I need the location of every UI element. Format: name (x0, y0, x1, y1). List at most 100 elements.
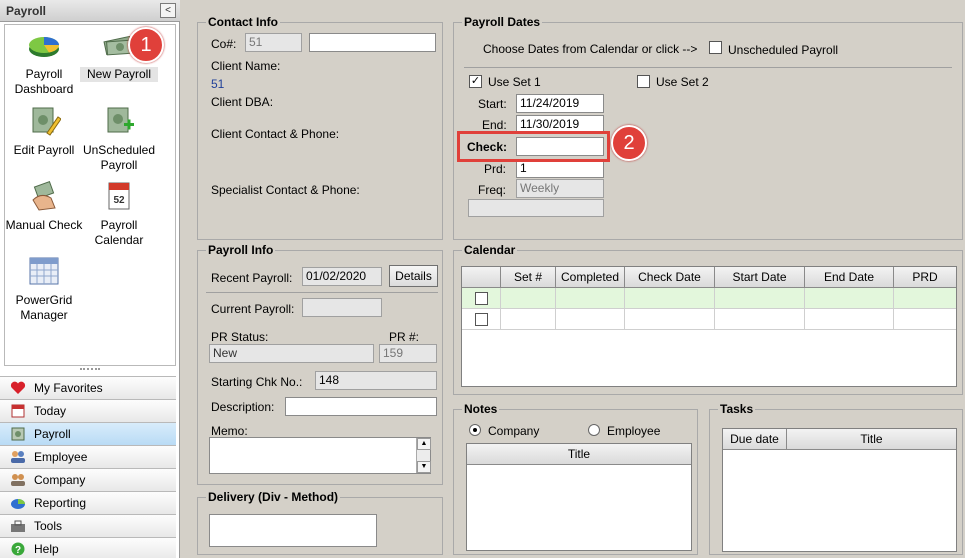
freq-label: Freq: (478, 183, 507, 197)
sidebar: Payroll < Payroll Dashboard New Payroll (0, 0, 180, 558)
nav-label: Help (34, 542, 59, 556)
freq-input[interactable]: Weekly (516, 179, 604, 198)
manual-check-shortcut[interactable]: Manual Check (5, 180, 83, 233)
sidebar-icon-label: Payroll Dashboard (14, 67, 74, 96)
start-date-input[interactable]: 11/24/2019 (516, 94, 604, 113)
row-select-checkbox[interactable] (475, 292, 488, 305)
notes-panel: Notes Company Employee Title (453, 402, 698, 555)
description-label: Description: (211, 400, 275, 414)
pr-number-label: PR #: (389, 330, 420, 344)
nav-company[interactable]: Company (0, 468, 176, 491)
contact-info-panel: Contact Info Co#: 51 Client Name: 51 Cli… (197, 15, 443, 240)
unscheduled-payroll-shortcut[interactable]: UnScheduled Payroll (80, 105, 158, 173)
table-row[interactable] (462, 309, 956, 330)
edit-payroll-shortcut[interactable]: Edit Payroll (5, 105, 83, 158)
nav-tools[interactable]: Tools (0, 514, 176, 537)
nav-label: My Favorites (34, 381, 103, 395)
use-set1-checkbox[interactable]: ✓ (469, 75, 482, 88)
sidebar-icon-label: PowerGrid Manager (15, 293, 73, 322)
payroll-icon (11, 427, 25, 441)
nav-label: Payroll (34, 427, 71, 441)
scroll-down-icon[interactable]: ▼ (417, 461, 431, 473)
company-icon (11, 474, 25, 486)
details-button[interactable]: Details (389, 265, 438, 287)
sidebar-icon-label: Payroll Calendar (94, 218, 144, 247)
nav-reporting[interactable]: Reporting (0, 491, 176, 514)
delivery-field[interactable] (209, 514, 377, 547)
use-set2-checkbox[interactable] (637, 75, 650, 88)
current-payroll-input[interactable] (302, 298, 382, 317)
choose-dates-text: Choose Dates from Calendar or click --> (483, 42, 698, 56)
client-name-label: Client Name: (211, 59, 281, 73)
table-row[interactable] (462, 288, 956, 309)
calendar-icon-number: 52 (113, 195, 125, 206)
tasks-col-due-date[interactable]: Due date (723, 429, 787, 450)
nav-today[interactable]: Today (0, 399, 176, 422)
nav-employee[interactable]: Employee (0, 445, 176, 468)
start-date-label: Start: (478, 97, 507, 111)
notes-title: Notes (462, 402, 500, 416)
svg-text:?: ? (15, 545, 21, 556)
client-name-value: 51 (211, 77, 225, 91)
nav-help[interactable]: ? Help (0, 537, 176, 558)
co-number-input[interactable]: 51 (245, 33, 302, 52)
delivery-panel: Delivery (Div - Method) (197, 490, 443, 555)
sidebar-collapse-button[interactable]: < (160, 3, 176, 18)
notes-company-label: Company (488, 424, 540, 438)
nav-payroll[interactable]: Payroll (0, 422, 176, 445)
description-input[interactable] (285, 397, 437, 416)
dates-separator (464, 67, 952, 68)
calendar-col-set[interactable]: Set # (501, 267, 556, 288)
tasks-panel: Tasks Due date Title (709, 402, 963, 555)
specialist-contact-label: Specialist Contact & Phone: (211, 183, 360, 197)
unscheduled-money-icon (107, 107, 134, 133)
current-payroll-label: Current Payroll: (211, 302, 295, 316)
sidebar-splitter-grip[interactable] (80, 368, 100, 372)
sidebar-icon-label: UnScheduled Payroll (82, 143, 156, 172)
calendar-col-end-date[interactable]: End Date (805, 267, 894, 288)
pr-status-input[interactable]: New (209, 344, 374, 363)
company-name-input[interactable] (309, 33, 436, 52)
help-icon: ? (11, 542, 25, 556)
calendar-col-select[interactable] (462, 267, 501, 288)
use-set1-label: Use Set 1 (488, 75, 541, 89)
notes-grid: Title (466, 443, 692, 551)
calendar-col-start-date[interactable]: Start Date (715, 267, 805, 288)
recent-payroll-input[interactable]: 01/02/2020 (302, 267, 382, 286)
notes-company-radio[interactable] (469, 424, 481, 436)
calendar-grid: Set # Completed Check Date Start Date En… (461, 266, 957, 387)
row-select-checkbox[interactable] (475, 313, 488, 326)
memo-textarea[interactable] (209, 437, 431, 474)
calendar-52-icon: 52 (108, 182, 130, 210)
starting-check-input[interactable]: 148 (315, 371, 437, 390)
freq-detail-field (468, 199, 604, 217)
payroll-calendar-shortcut[interactable]: 52 Payroll Calendar (80, 180, 158, 248)
use-set2-label: Use Set 2 (656, 75, 709, 89)
scroll-up-icon[interactable]: ▲ (417, 438, 431, 450)
calendar-col-prd[interactable]: PRD (894, 267, 956, 288)
employee-icon (11, 451, 25, 463)
grid-icon (29, 257, 59, 285)
tasks-col-title[interactable]: Title (787, 429, 956, 450)
pr-number-input[interactable]: 159 (379, 344, 437, 363)
payroll-dashboard-shortcut[interactable]: Payroll Dashboard (5, 29, 83, 97)
sidebar-icon-label: Edit Payroll (13, 143, 75, 157)
payroll-dates-title: Payroll Dates (462, 15, 543, 29)
tools-icon (11, 520, 25, 532)
unscheduled-payroll-checkbox[interactable] (709, 41, 722, 54)
notes-col-title[interactable]: Title (467, 444, 691, 465)
sidebar-header: Payroll < (0, 0, 180, 22)
notes-employee-radio[interactable] (588, 424, 600, 436)
hand-money-icon (32, 180, 56, 211)
powergrid-manager-shortcut[interactable]: PowerGrid Manager (5, 255, 83, 323)
prd-label: Prd: (484, 162, 507, 176)
callout-badge-2: 2 (611, 125, 647, 161)
calendar-col-completed[interactable]: Completed (556, 267, 625, 288)
calendar-col-check-date[interactable]: Check Date (625, 267, 715, 288)
notes-employee-label: Employee (607, 424, 661, 438)
client-dba-label: Client DBA: (211, 95, 274, 109)
memo-scrollbar[interactable]: ▲ ▼ (416, 438, 431, 473)
nav-my-favorites[interactable]: My Favorites (0, 376, 176, 399)
reporting-icon (11, 499, 25, 509)
co-number-label: Co#: (211, 37, 237, 51)
